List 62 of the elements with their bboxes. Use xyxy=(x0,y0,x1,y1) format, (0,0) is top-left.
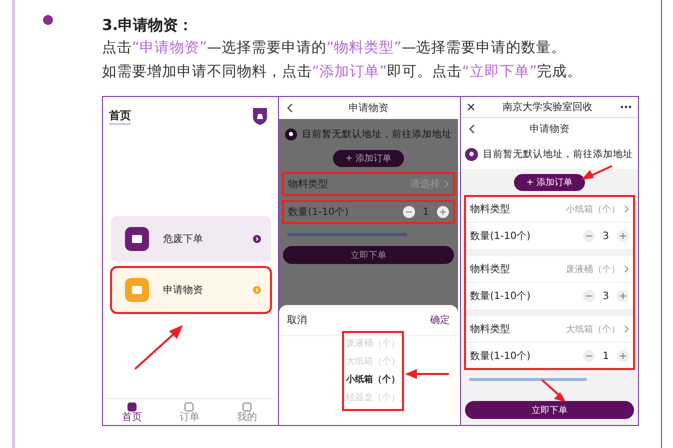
arrow-dot-icon xyxy=(253,286,261,294)
quantity-value: 3 xyxy=(602,230,609,242)
quantity-value: 1 xyxy=(602,350,609,362)
confirm-link[interactable]: 确定 xyxy=(430,313,450,327)
minus-icon[interactable] xyxy=(582,350,595,362)
minus-icon[interactable] xyxy=(582,230,595,242)
cancel-link[interactable]: 取消 xyxy=(287,313,307,327)
plus-icon[interactable] xyxy=(437,206,449,218)
submit-button[interactable]: 立即下单 xyxy=(283,246,454,264)
app-title: 南京大学实验室回收 xyxy=(502,100,592,114)
chevron-right-icon xyxy=(624,205,629,213)
pointer-arrow xyxy=(405,369,451,379)
quantity-value: 3 xyxy=(602,290,609,302)
form-row[interactable]: 物料类型 废液桶（个） xyxy=(465,256,634,283)
add-order-button[interactable]: + 添加订单 xyxy=(333,150,404,167)
location-pin-icon xyxy=(285,128,297,141)
square-icon xyxy=(184,402,194,412)
close-icon[interactable] xyxy=(467,103,475,111)
tab-bar-item[interactable]: 订单 xyxy=(179,402,200,423)
location-pin-icon xyxy=(465,148,478,161)
nav-title: 申请物资 xyxy=(348,102,388,115)
pointer-arrow xyxy=(581,165,613,181)
paragraph-line: 点击“申请物资”—选择需要申请的“物料类型”—选择需要申请的数量。 xyxy=(102,39,568,58)
paragraph-line: 如需要增加申请不同物料，点击“添加订单”即可。点击“立即下单”完成。 xyxy=(102,62,584,82)
plus-icon[interactable] xyxy=(617,290,629,302)
form-row[interactable]: 物料类型 小纸箱（个） xyxy=(465,196,634,223)
plus-icon[interactable] xyxy=(617,350,629,362)
box-icon xyxy=(125,227,149,251)
more-icon[interactable] xyxy=(620,105,632,109)
nav-title: 申请物资 xyxy=(530,122,570,136)
form-row[interactable]: 物料类型 大纸箱（个） xyxy=(465,316,634,343)
pointer-arrow xyxy=(541,379,567,403)
square-icon xyxy=(242,402,252,412)
section-title: 3.申请物资： xyxy=(102,15,194,36)
pointer-arrow xyxy=(133,323,185,371)
plus-icon[interactable] xyxy=(617,230,629,242)
picker-option[interactable]: 小纸箱（个） xyxy=(343,371,403,389)
field-label: 数量(1-10个) xyxy=(470,290,532,303)
minus-icon[interactable] xyxy=(402,206,415,218)
bullet-dot xyxy=(43,15,53,25)
menu-card[interactable]: 申请物资 xyxy=(111,267,271,313)
back-icon[interactable] xyxy=(469,124,475,134)
square-icon xyxy=(126,402,137,412)
add-order-button[interactable]: + 添加订单 xyxy=(514,174,585,191)
menu-card[interactable]: 危废下单 xyxy=(111,216,271,262)
chevron-right-icon xyxy=(444,180,449,188)
tab-bar-item[interactable]: 我的 xyxy=(237,402,258,423)
box-icon xyxy=(125,278,149,302)
address-text[interactable]: 目前暂无默认地址，前往添加地址 xyxy=(302,128,452,141)
quantity-value: 1 xyxy=(422,206,429,218)
chevron-right-icon xyxy=(624,325,629,333)
field-label: 数量(1-10个) xyxy=(470,230,532,243)
page-title: 首页 xyxy=(109,108,131,125)
arrow-dot-icon xyxy=(253,235,261,243)
field-label: 数量(1-10个) xyxy=(470,350,532,363)
tab-bar-item[interactable]: 首页 xyxy=(122,402,142,423)
submit-button[interactable]: 立即下单 xyxy=(465,401,634,419)
minus-icon[interactable] xyxy=(582,290,595,302)
shield-logo-icon xyxy=(252,107,268,126)
back-icon[interactable] xyxy=(287,103,293,113)
chevron-right-icon xyxy=(624,265,629,273)
field-label: 数量(1-10个) xyxy=(288,206,350,219)
